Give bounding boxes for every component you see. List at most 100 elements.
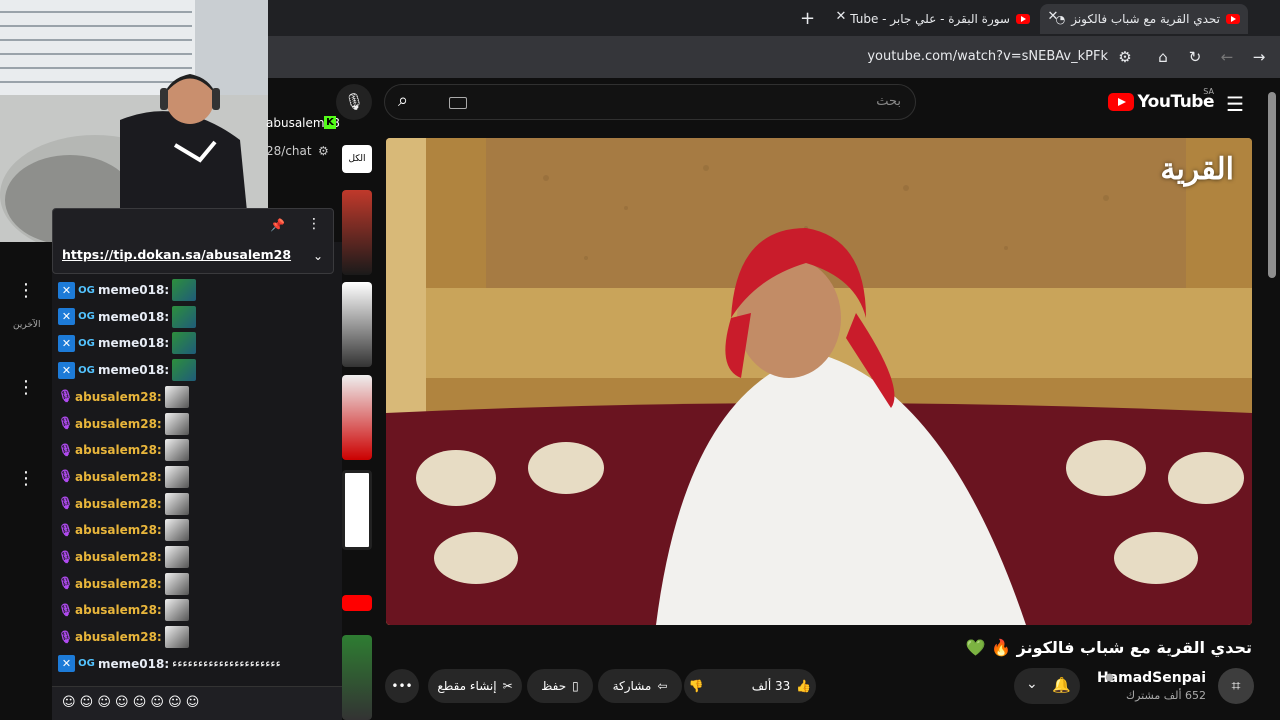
chat-message: 🎙 abusalem28: [58, 438, 189, 462]
tab-close-icon[interactable]: ✕ [834, 10, 848, 24]
related-thumbnail[interactable] [342, 595, 372, 611]
moderator-badge-icon: ✕ [58, 655, 75, 673]
broadcaster-badge-icon: 🎙 [58, 576, 74, 591]
chat-emote-bar: ☺ ☺ ☺ ☺ ☺ ☺ ☺ ☺ [52, 686, 342, 720]
chat-username[interactable]: abusalem28: [75, 390, 162, 404]
pinned-link[interactable]: https://tip.dokan.sa/abusalem28 [62, 247, 291, 262]
chat-username[interactable]: abusalem28: [75, 497, 162, 511]
emote-strip[interactable]: ☺ ☺ ☺ ☺ ☺ ☺ ☺ ☺ [62, 695, 199, 710]
related-thumbnail[interactable] [342, 282, 372, 367]
related-thumbnail[interactable] [342, 375, 372, 460]
related-thumbnail[interactable] [342, 635, 372, 720]
page-scrollbar[interactable] [1268, 92, 1276, 278]
clip-label: إنشاء مقطع [437, 679, 497, 693]
more-actions-button[interactable]: ••• [385, 669, 419, 703]
og-badge-icon: OG [78, 364, 95, 376]
chat-username[interactable]: meme018: [98, 657, 169, 671]
broadcaster-badge-icon: 🎙 [58, 602, 74, 617]
chat-username[interactable]: abusalem28: [75, 470, 162, 484]
chat-message: 🎙 abusalem28: [58, 545, 189, 569]
side-label: الآخرين [13, 320, 41, 330]
chat-username[interactable]: abusalem28: [75, 550, 162, 564]
chat-username[interactable]: abusalem28: [75, 417, 162, 431]
address-bar: youtube.com/watch?v=sNEBAv_kPFk ⚙ ⌂ ↻ ← … [268, 36, 1280, 78]
menu-icon[interactable]: ☰ [1226, 92, 1244, 116]
chat-username[interactable]: abusalem28: [75, 523, 162, 537]
url-field[interactable]: youtube.com/watch?v=sNEBAv_kPFk [867, 49, 1108, 64]
more-vert-icon[interactable]: ⋮ [307, 216, 321, 232]
video-title: تحدي القرية مع شباب فالكونز 🔥 💚 [965, 638, 1252, 657]
keyboard-icon[interactable] [449, 97, 467, 109]
video-player[interactable]: القرية [386, 138, 1252, 625]
chevron-down-icon[interactable]: ⌄ [313, 249, 323, 263]
emote-image [164, 439, 189, 462]
chat-message: 🎙 abusalem28: [58, 412, 189, 436]
chat-username[interactable]: abusalem28: [75, 577, 162, 591]
emote-image [172, 332, 197, 355]
chat-message: 🎙 abusalem28: [58, 598, 189, 622]
chat-username[interactable]: meme018: [98, 310, 169, 324]
forward-icon[interactable]: ← [1218, 48, 1236, 66]
subscription-bell-button[interactable]: ⌄ 🔔 [1014, 668, 1080, 704]
chat-message: ✕ OG meme018: [58, 331, 197, 355]
broadcaster-badge-icon: 🎙 [58, 629, 74, 644]
emote-image [164, 519, 189, 542]
clip-button[interactable]: ✂ إنشاء مقطع [428, 669, 522, 703]
share-button[interactable]: ⇦ مشاركة [598, 669, 682, 703]
site-settings-icon[interactable]: ⚙ [1116, 48, 1134, 66]
tab-inactive[interactable]: سورة البقرة - علي جابر - YouTube [850, 4, 1036, 34]
pin-icon[interactable]: 📌 [270, 218, 285, 232]
dislike-icon[interactable]: 👎 [689, 679, 704, 693]
emote-image [164, 626, 189, 649]
search-input[interactable]: بحث [384, 84, 916, 120]
subscriber-count: 652 ألف مشترك [1126, 689, 1206, 702]
like-count[interactable]: 33 ألف [752, 679, 791, 693]
save-button[interactable]: ▯ حفظ [527, 669, 593, 703]
emote-image [164, 412, 189, 435]
chat-panel: ⋮ الآخرين ⋮ ⋮ 📌 ⋮ https://tip.dokan.sa/a… [0, 208, 342, 720]
chat-username[interactable]: meme018: [98, 336, 169, 350]
filter-chip-all[interactable]: الكل [342, 145, 372, 173]
related-strip: الكل [342, 145, 372, 720]
chat-message: 🎙 abusalem28: [58, 625, 189, 649]
chevron-down-icon: ⌄ [1026, 676, 1038, 692]
emote-image [164, 546, 189, 568]
youtube-logo[interactable]: YouTube SA [1108, 87, 1214, 112]
new-tab-icon[interactable]: + [800, 8, 815, 29]
youtube-favicon-icon [1226, 14, 1240, 24]
chat-path: 28/chat [266, 144, 312, 158]
search-placeholder: بحث [876, 94, 901, 109]
emote-image [164, 572, 189, 595]
broadcaster-badge-icon: 🎙 [58, 389, 74, 404]
chat-username[interactable]: abusalem28: [75, 443, 162, 457]
chat-username[interactable]: meme018: [98, 363, 169, 377]
tab-active[interactable]: تحدي القرية مع شباب فالكونز ◔ [1040, 4, 1248, 34]
back-icon[interactable]: → [1250, 48, 1268, 66]
emote-image [164, 465, 189, 488]
like-icon[interactable]: 👍 [796, 679, 811, 693]
chat-message: 🎙 abusalem28: [58, 385, 189, 409]
broadcaster-badge-icon: 🎙 [58, 442, 74, 457]
chat-username[interactable]: abusalem28: [75, 603, 162, 617]
emote-image [172, 279, 197, 301]
moderator-badge-icon: ✕ [58, 361, 75, 379]
webcam-feed [0, 0, 268, 242]
related-thumbnail[interactable] [342, 470, 372, 550]
more-vert-icon[interactable]: ⋮ [17, 379, 35, 397]
more-vert-icon[interactable]: ⋮ [17, 470, 35, 488]
save-label: حفظ [541, 679, 567, 693]
chat-username[interactable]: abusalem28: [75, 630, 162, 644]
chat-username[interactable]: meme018: [98, 283, 169, 297]
emote-image [164, 492, 189, 515]
chat-message: ✕ OG meme018: ءءءءءءءءءءءءءءءءءءءءء [58, 652, 281, 676]
related-thumbnail[interactable] [342, 190, 372, 275]
reload-icon[interactable]: ↻ [1186, 48, 1204, 66]
mic-icon[interactable]: 🎙 [336, 84, 372, 120]
home-icon[interactable]: ⌂ [1154, 48, 1172, 66]
more-vert-icon[interactable]: ⋮ [17, 282, 35, 300]
search-icon[interactable]: ⌕ [398, 90, 408, 111]
tab-close-icon[interactable]: ✕ [1046, 10, 1060, 24]
channel-avatar[interactable]: ⌗ [1218, 668, 1254, 704]
chat-settings-icon[interactable]: ⚙ [318, 144, 329, 158]
chat-message: ✕ OG meme018: [58, 358, 197, 382]
